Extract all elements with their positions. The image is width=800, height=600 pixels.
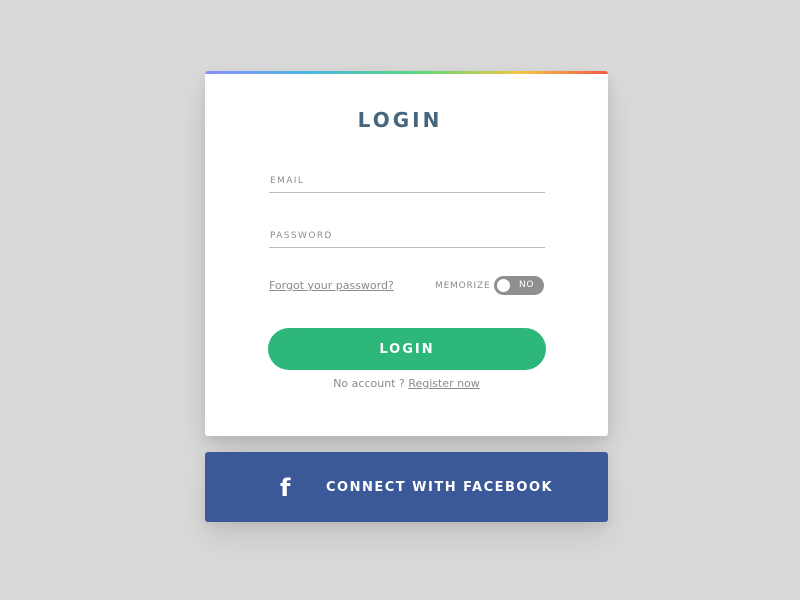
toggle-state-label: NO	[519, 280, 535, 290]
password-field[interactable]: PASSWORD	[269, 228, 545, 254]
rainbow-top-border	[205, 71, 608, 74]
register-prompt: No account ? Register now	[205, 377, 608, 391]
facebook-icon: f	[280, 474, 291, 502]
login-title: LOGIN	[357, 108, 443, 132]
password-underline	[269, 247, 545, 248]
memorize-label: MEMORIZE	[435, 281, 491, 291]
password-input[interactable]	[269, 228, 545, 246]
facebook-connect-label: CONNECT WITH FACEBOOK	[326, 480, 554, 495]
forgot-password-link[interactable]: Forgot your password?	[269, 279, 394, 293]
login-button[interactable]: LOGIN	[268, 328, 546, 370]
memorize-toggle[interactable]: NO	[494, 276, 544, 295]
toggle-knob	[497, 279, 510, 292]
email-input[interactable]	[269, 173, 545, 191]
email-underline	[269, 192, 545, 193]
email-field[interactable]: EMAIL	[269, 173, 545, 199]
register-link[interactable]: Register now	[408, 377, 479, 390]
login-page: LOGIN EMAIL PASSWORD Forgot your passwor…	[0, 0, 800, 600]
register-prefix: No account ?	[333, 377, 409, 390]
